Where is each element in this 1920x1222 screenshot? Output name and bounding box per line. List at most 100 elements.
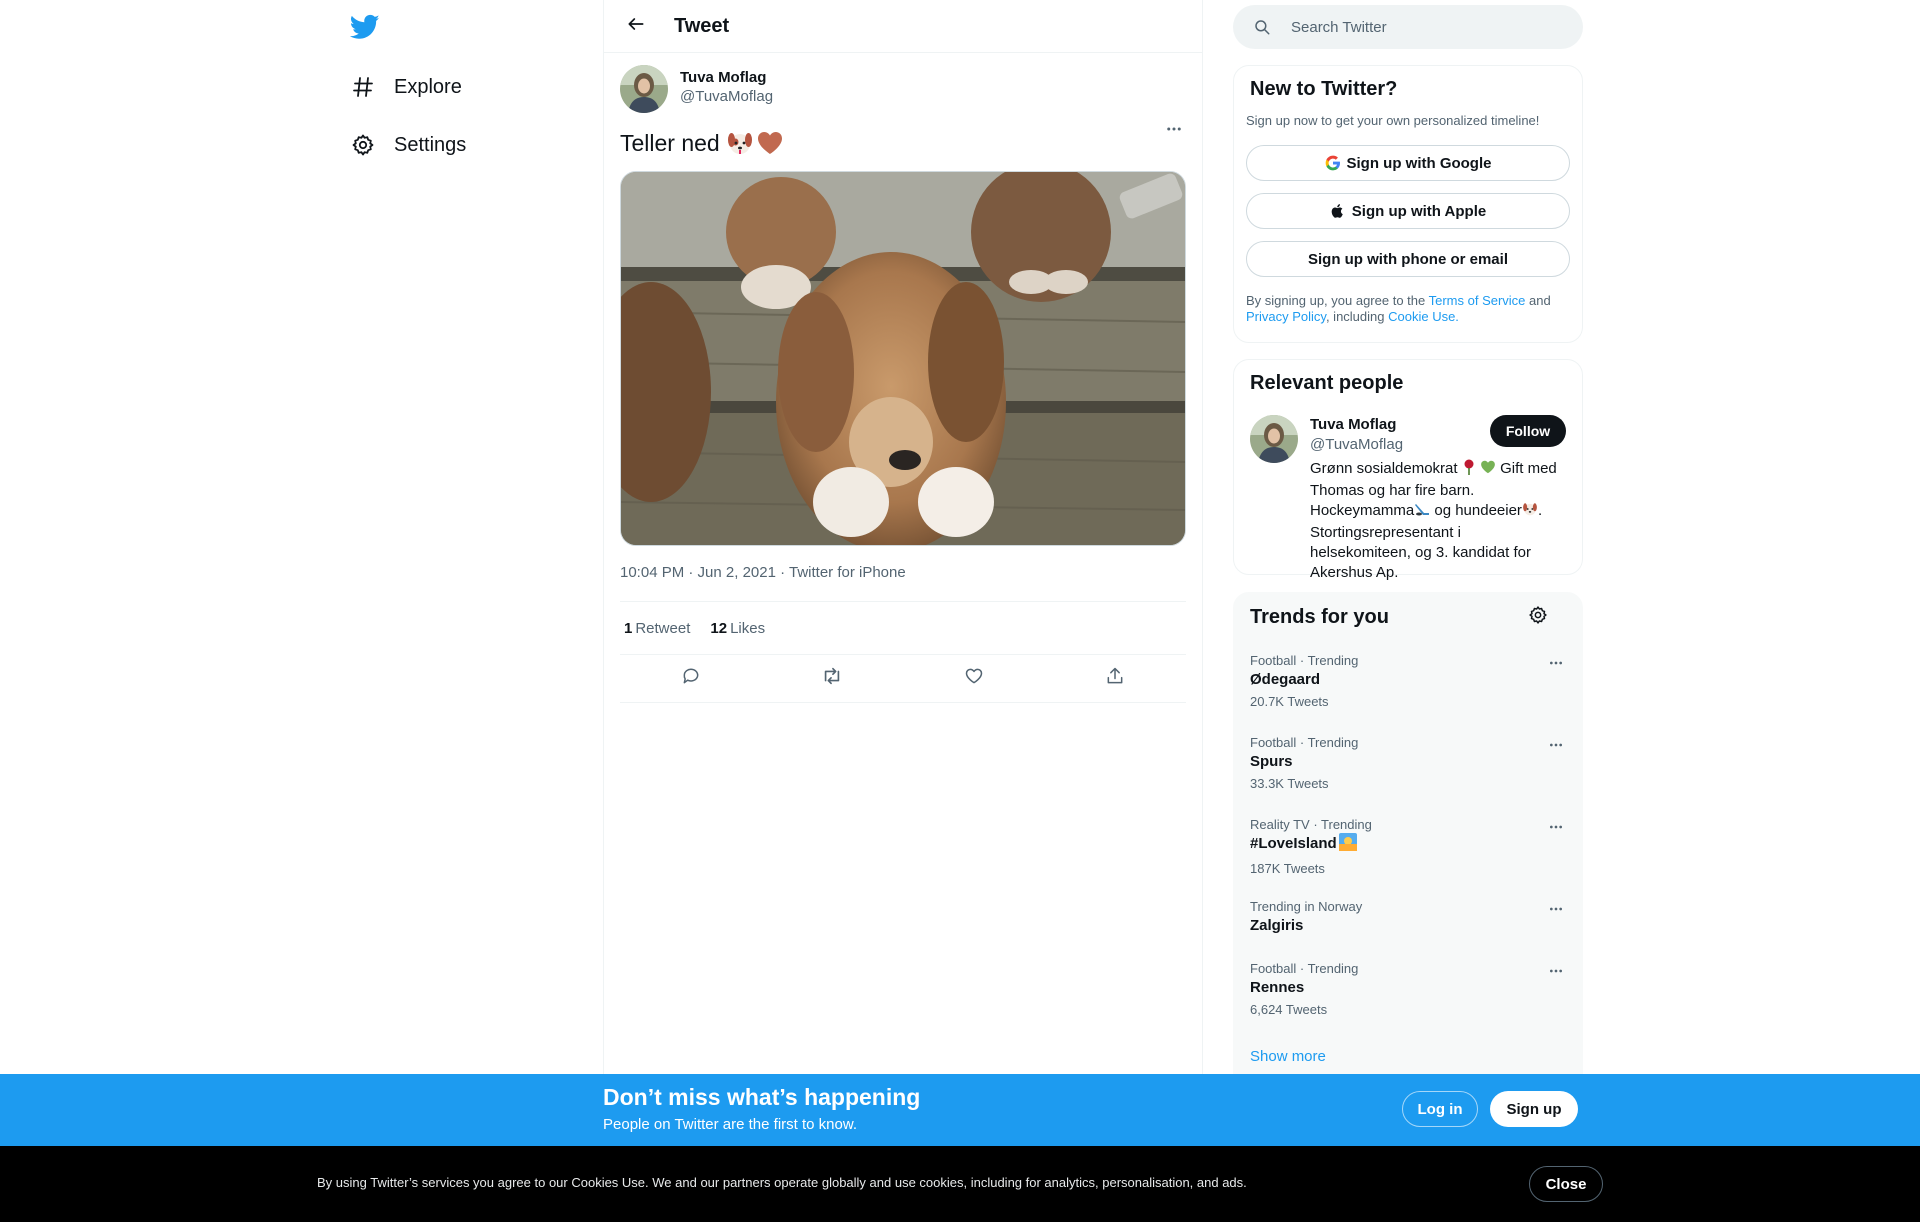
retweets-label: Retweet <box>635 619 691 637</box>
trend-item[interactable]: Football · Trending Rennes 6,624 Tweets <box>1250 961 1568 1021</box>
tweet: Tuva Moflag @TuvaMoflag Teller ned 10:04… <box>604 53 1202 703</box>
login-button[interactable]: Log in <box>1402 1091 1478 1127</box>
author-handle[interactable]: @TuvaMoflag <box>680 87 773 106</box>
nav-item-label: Explore <box>394 75 462 98</box>
hashtag-icon <box>350 74 376 100</box>
bio-part: Grønn sosialdemokrat <box>1310 460 1458 477</box>
trends-header: Trends for you <box>1250 605 1566 630</box>
relevant-person-bio: Grønn sosialdemokrat Gift med Thomas og … <box>1310 459 1565 583</box>
back-button[interactable] <box>618 8 654 44</box>
share-button[interactable] <box>1097 661 1133 697</box>
gear-icon <box>350 132 376 158</box>
retweet-button[interactable] <box>814 661 850 697</box>
more-dots-icon <box>1165 120 1183 143</box>
signup-apple-button[interactable]: Sign up with Apple <box>1246 193 1570 229</box>
reply-icon <box>681 666 701 691</box>
legal-including: , including <box>1325 309 1389 324</box>
like-button[interactable] <box>956 661 992 697</box>
trend-meta: Reality TV · Trending <box>1250 817 1372 832</box>
arrow-left-icon <box>626 14 646 39</box>
show-more-link[interactable]: Show more <box>1250 1048 1326 1065</box>
share-icon <box>1105 666 1125 691</box>
trend-item[interactable]: Football · Trending Spurs 33.3K Tweets <box>1250 735 1568 795</box>
signup-google-button[interactable]: Sign up with Google <box>1246 145 1570 181</box>
nav-item-settings[interactable]: Settings <box>350 125 466 165</box>
relevant-people-card: Relevant people Tuva Moflag @TuvaMoflag … <box>1233 359 1583 581</box>
privacy-policy-link[interactable]: Privacy Policy <box>1246 309 1326 324</box>
search-box[interactable] <box>1233 5 1583 49</box>
trend-more-button[interactable] <box>1544 653 1568 677</box>
more-dots-icon <box>1548 819 1564 840</box>
signup-banner: Don’t miss what’s happening People on Tw… <box>0 1074 1920 1146</box>
retweets-stat[interactable]: 1 Retweet <box>624 620 690 637</box>
more-dots-icon <box>1548 963 1564 984</box>
relevant-person[interactable]: Tuva Moflag @TuvaMoflag Grønn sosialdemo… <box>1250 415 1566 583</box>
tweet-photo[interactable] <box>620 171 1186 546</box>
twitter-bird-icon[interactable] <box>349 12 382 44</box>
terms-of-service-link[interactable]: Terms of Service <box>1429 293 1526 308</box>
tweet-actions <box>620 655 1186 703</box>
avatar[interactable] <box>620 65 668 113</box>
trend-meta: Football · Trending <box>1250 961 1359 976</box>
trend-name: #LoveIsland <box>1250 833 1568 858</box>
apple-icon <box>1330 203 1346 219</box>
trend-item[interactable]: Reality TV · Trending #LoveIsland 187K T… <box>1250 817 1568 880</box>
gear-icon[interactable] <box>1528 605 1548 630</box>
google-icon <box>1325 155 1341 171</box>
trend-more-button[interactable] <box>1544 735 1568 759</box>
trends-card: Trends for you Football · Trending Ødega… <box>1233 592 1583 1092</box>
green-heart-emoji-icon <box>1480 459 1496 481</box>
banner-subtitle: People on Twitter are the first to know. <box>603 1116 858 1133</box>
tweet-text: Teller ned <box>620 123 1186 163</box>
island-emoji-icon <box>1338 833 1357 858</box>
follow-button[interactable]: Follow <box>1490 415 1566 447</box>
likes-stat[interactable]: 12 Likes <box>710 620 765 637</box>
author-display-name[interactable]: Tuva Moflag <box>680 68 773 87</box>
trend-name: Rennes <box>1250 979 1305 996</box>
page-header: Tweet <box>604 0 1202 53</box>
trend-count: 33.3K Tweets <box>1250 776 1329 791</box>
banner-title: Don’t miss what’s happening <box>603 1084 921 1110</box>
tweet-author: Tuva Moflag @TuvaMoflag <box>620 53 1186 123</box>
trend-item[interactable]: Trending in Norway Zalgiris <box>1250 899 1568 937</box>
new-to-twitter-card: New to Twitter? Sign up now to get your … <box>1233 65 1583 343</box>
nav-item-label: Settings <box>394 133 467 156</box>
trend-name-text: #LoveIsland <box>1250 835 1337 852</box>
likes-label: Likes <box>730 619 766 637</box>
trend-count: 20.7K Tweets <box>1250 694 1329 709</box>
trend-count: 6,624 Tweets <box>1250 1002 1328 1017</box>
trend-more-button[interactable] <box>1544 961 1568 985</box>
more-dots-icon <box>1548 901 1564 922</box>
trend-name: Zalgiris <box>1250 917 1304 934</box>
signup-phone-email-button[interactable]: Sign up with phone or email <box>1246 241 1570 277</box>
retweet-icon <box>821 665 843 692</box>
reply-button[interactable] <box>673 661 709 697</box>
dog-face-emoji-icon <box>726 129 754 157</box>
trend-item[interactable]: Football · Trending Ødegaard 20.7K Tweet… <box>1250 653 1568 713</box>
trend-more-button[interactable] <box>1544 899 1568 923</box>
new-to-twitter-subtitle: Sign up now to get your own personalized… <box>1246 113 1540 128</box>
close-button[interactable]: Close <box>1529 1166 1603 1202</box>
cookie-consent-bar: By using Twitter’s services you agree to… <box>0 1146 1920 1222</box>
trend-meta: Football · Trending <box>1250 653 1359 668</box>
cookie-text: By using Twitter’s services you agree to… <box>317 1175 1247 1190</box>
signup-phone-email-label: Sign up with phone or email <box>1307 250 1508 268</box>
search-input[interactable] <box>1291 18 1551 36</box>
trend-count: 187K Tweets <box>1250 861 1325 876</box>
signup-button[interactable]: Sign up <box>1490 1091 1578 1127</box>
relevant-people-title: Relevant people <box>1250 372 1404 394</box>
likes-count: 12 <box>710 619 728 637</box>
retweets-count: 1 <box>624 619 633 637</box>
more-options-button[interactable] <box>1162 119 1186 143</box>
cookie-use-link[interactable]: Cookie Use. <box>1388 309 1459 324</box>
trends-title: Trends for you <box>1250 606 1389 628</box>
page-title: Tweet <box>674 14 730 37</box>
tweet-text-content: Teller ned <box>620 130 720 156</box>
nav-item-explore[interactable]: Explore <box>350 67 462 107</box>
rose-emoji-icon <box>1462 459 1476 481</box>
tweet-timestamp[interactable]: 10:04 PM · Jun 2, 2021 · Twitter for iPh… <box>620 564 1186 584</box>
avatar[interactable] <box>1250 415 1298 463</box>
trend-more-button[interactable] <box>1544 817 1568 841</box>
dog-face-emoji-icon <box>1522 501 1538 523</box>
hockey-emoji-icon <box>1414 501 1430 523</box>
